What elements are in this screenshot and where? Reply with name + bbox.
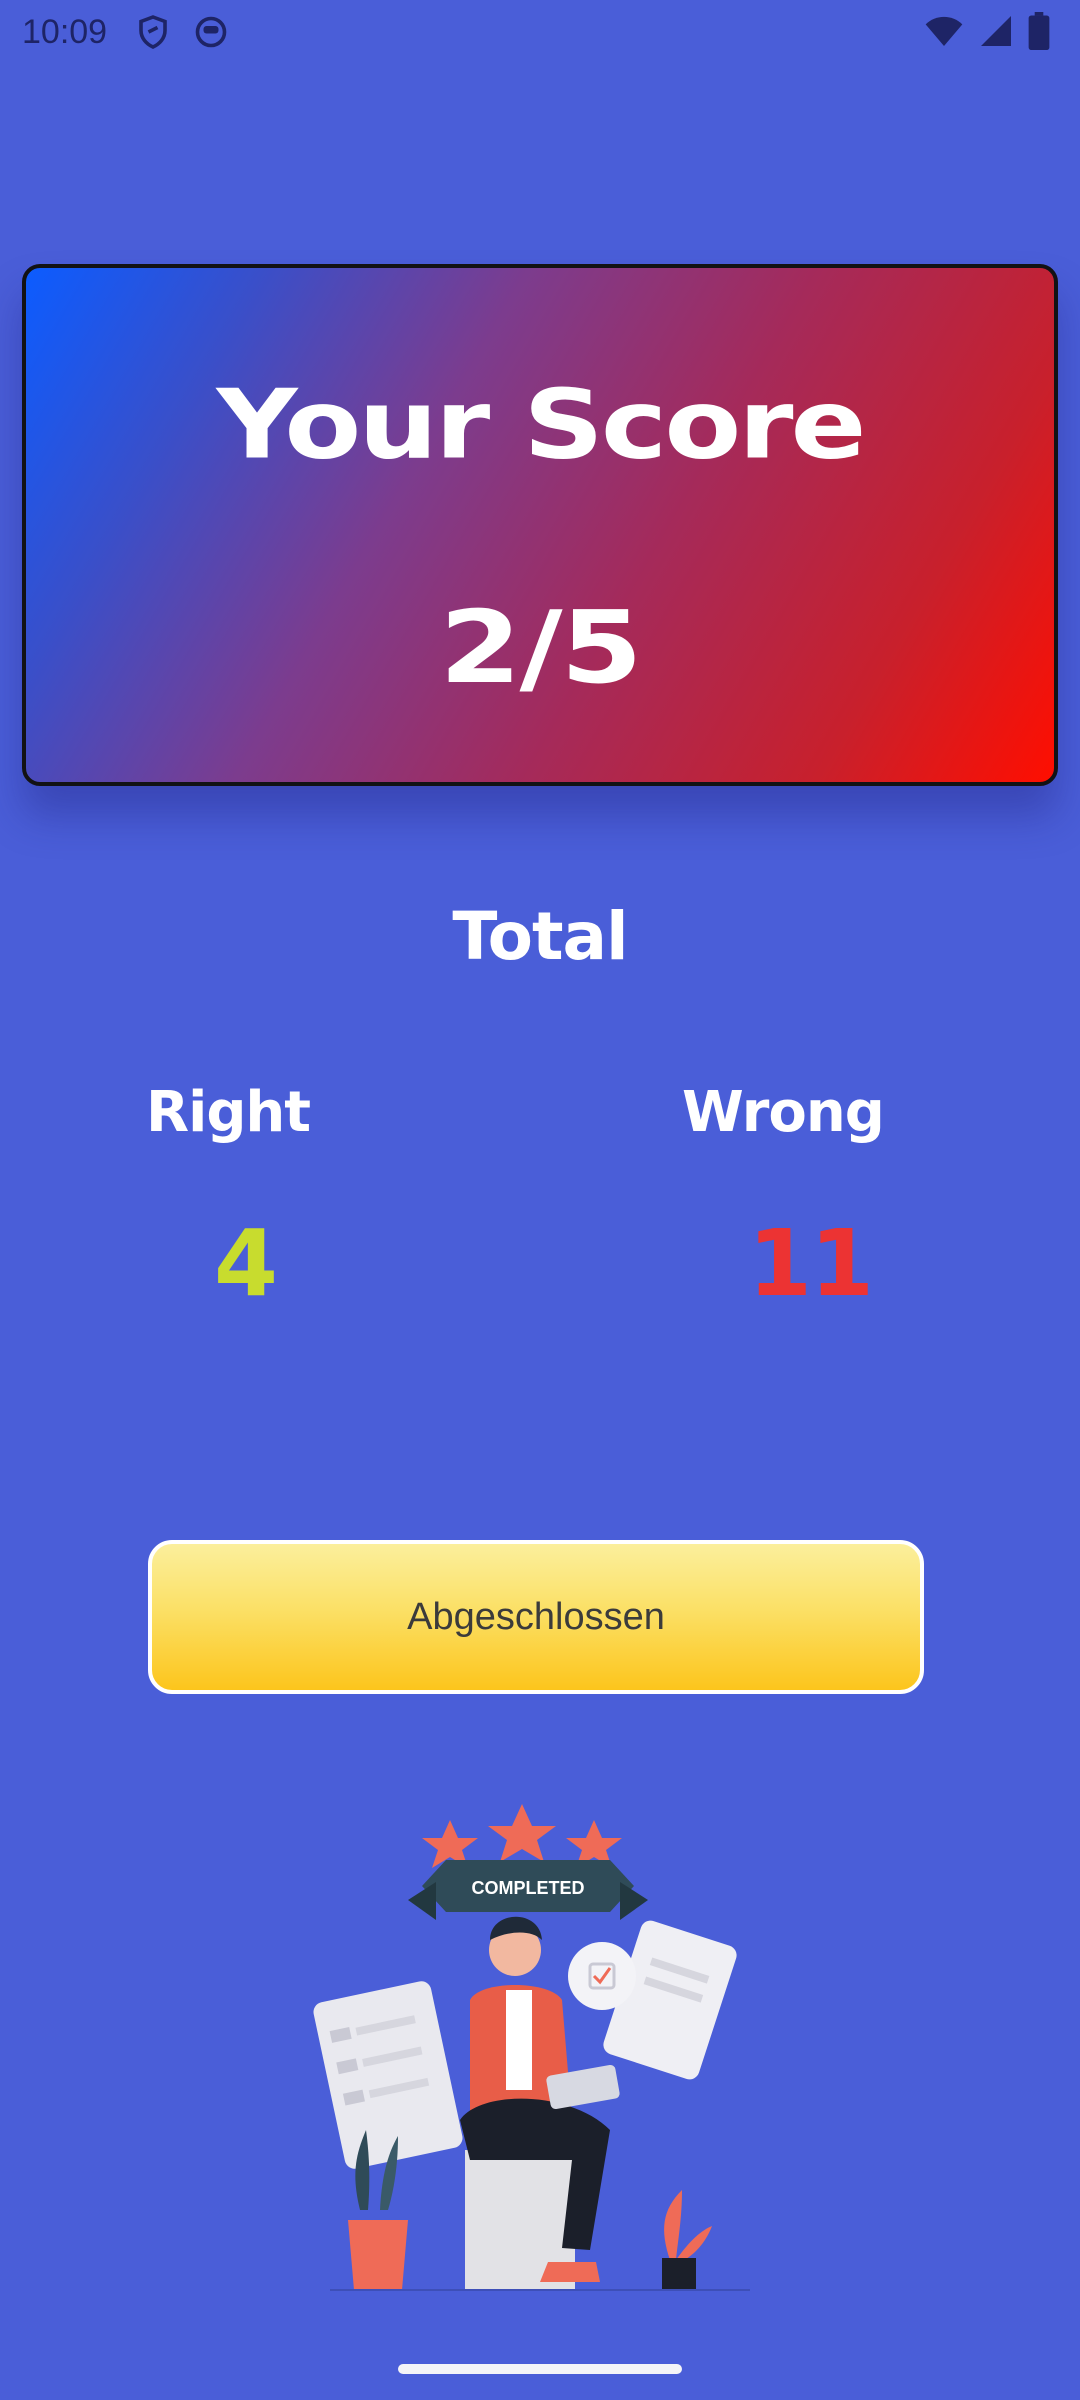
score-card: Your Score 2/5 bbox=[22, 264, 1058, 786]
plant-right-icon bbox=[662, 2190, 712, 2290]
navigation-handle[interactable] bbox=[398, 2364, 682, 2374]
face-icon bbox=[195, 16, 227, 48]
status-time: 10:09 bbox=[22, 12, 108, 51]
status-bar: 10:09 bbox=[0, 0, 1080, 64]
clipboard-icon bbox=[313, 1981, 463, 2169]
wrong-count: 11 bbox=[748, 1210, 874, 1317]
battery-icon bbox=[1028, 12, 1050, 50]
check-bubble-icon bbox=[568, 1942, 636, 2010]
wrong-label: Wrong bbox=[682, 1080, 885, 1145]
banner-text: COMPLETED bbox=[471, 1878, 584, 1898]
shield-icon bbox=[139, 15, 167, 49]
right-count: 4 bbox=[214, 1210, 278, 1317]
wifi-icon bbox=[925, 16, 963, 46]
right-label: Right bbox=[146, 1080, 311, 1145]
total-label: Total bbox=[452, 898, 628, 975]
status-right-icons bbox=[924, 12, 1050, 50]
star-icon bbox=[488, 1804, 556, 1862]
signal-icon bbox=[981, 16, 1011, 46]
score-title: Your Score bbox=[216, 369, 867, 481]
done-button[interactable]: Abgeschlossen bbox=[148, 1540, 924, 1694]
score-value: 2/5 bbox=[439, 588, 642, 706]
completed-illustration: COMPLETED bbox=[313, 1804, 750, 2291]
